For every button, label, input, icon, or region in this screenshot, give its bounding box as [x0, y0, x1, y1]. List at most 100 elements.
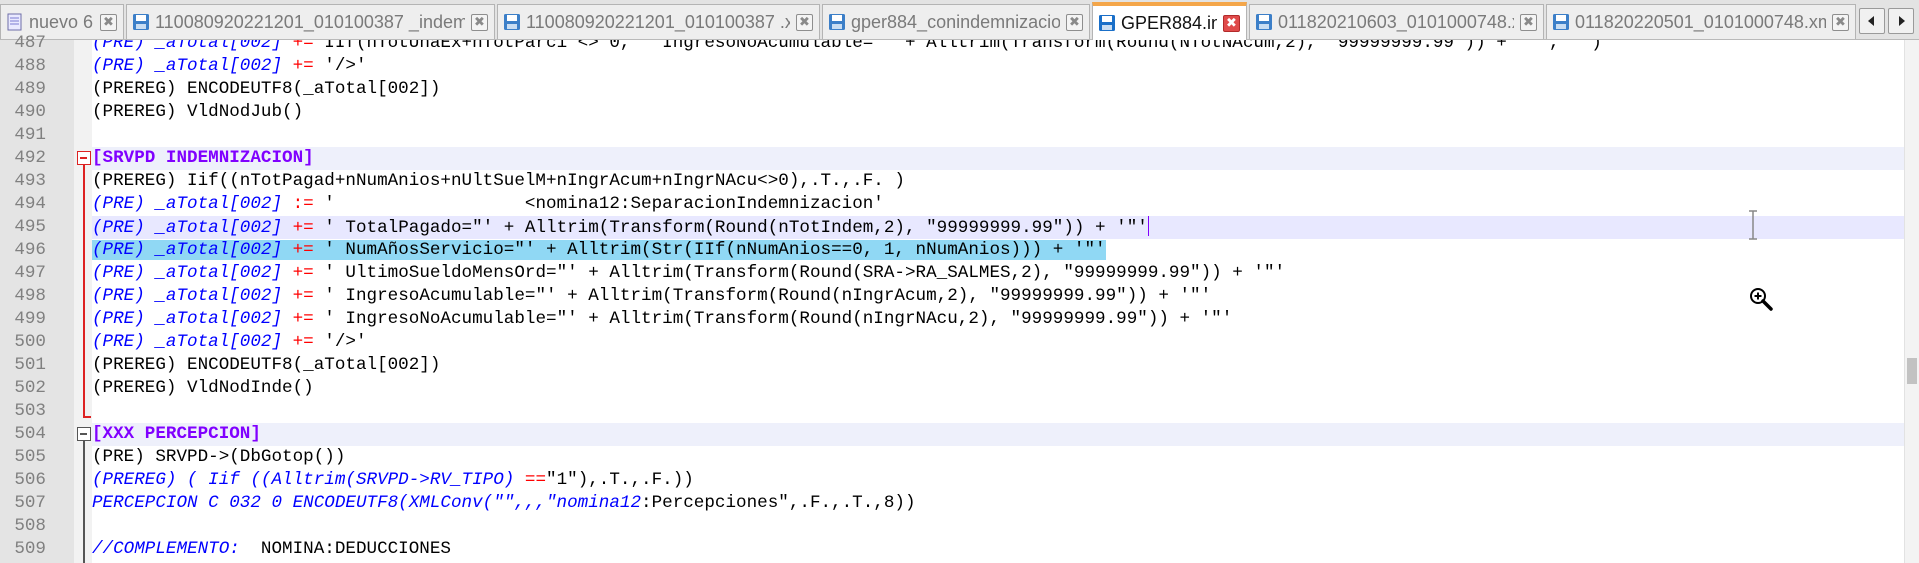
tab-4[interactable]: gper884_conindemnizacion.ini ✖ — [822, 4, 1090, 39]
code-line[interactable]: (PRE) _aTotal[002] += ' NumAñosServicio=… — [92, 239, 1904, 262]
line-number: 509 — [14, 539, 46, 559]
code-line[interactable]: (PRE) _aTotal[002] := ' <nomina12:Separa… — [92, 193, 1904, 216]
code-token: [XXX PERCEPCION] — [92, 424, 261, 444]
code-editor[interactable]: 487 488 489 490 491 492 493 494 495 496 497 498 499 5… — [0, 33, 1919, 563]
code-line[interactable]: (PREREG) VldNodInde() — [92, 377, 1904, 400]
tab-6[interactable]: 011820210603_0101000748.xml ✖ — [1249, 4, 1544, 39]
line-number: 501 — [14, 355, 46, 375]
line-number: 489 — [14, 79, 46, 99]
floppy-disk-icon — [1099, 15, 1115, 31]
close-tab-icon[interactable]: ✖ — [796, 13, 813, 31]
line-number: 502 — [14, 378, 46, 398]
code-line[interactable]: (PRE) _aTotal[002] += '/>' — [92, 331, 1904, 354]
code-line[interactable]: [XXX PERCEPCION] — [92, 423, 1904, 446]
code-line[interactable]: (PRE) _aTotal[002] += IIf(nTotUnaEx+nTot… — [92, 40, 1904, 55]
code-token: += — [292, 240, 314, 260]
tab-label: GPER884.ini — [1121, 12, 1217, 33]
scroll-tabs-right-button[interactable] — [1888, 8, 1914, 34]
code-token: (PREREG) ENCODEUTF8(_aTotal[002]) — [92, 79, 441, 99]
line-number: 493 — [14, 171, 46, 191]
fold-guide-line — [83, 441, 85, 563]
code-line[interactable]: [SRVPD INDEMNIZACION] — [92, 147, 1904, 170]
tab-label: gper884_conindemnizacion.ini — [851, 11, 1060, 32]
close-tab-icon[interactable]: ✖ — [1066, 13, 1083, 31]
tab-2[interactable]: 110080920221201_010100387 _indem.xml ✖ — [126, 4, 495, 39]
tab-label: 011820220501_0101000748.xml — [1575, 11, 1826, 32]
code-token: "1"),.T.,.F.)) — [546, 470, 694, 490]
code-line[interactable] — [92, 400, 1904, 423]
fold-toggle-icon[interactable] — [77, 151, 91, 165]
code-line[interactable]: (PREREG) VldNodJub() — [92, 101, 1904, 124]
code-token: ' NumAñosServicio="' + Alltrim(Str(IIf(n… — [313, 240, 1106, 260]
code-token: '/>' — [313, 56, 367, 76]
code-area[interactable]: (PRE) _aTotal[002] += IIf(nTotUnaEx+nTot… — [92, 40, 1904, 563]
code-token: (PRE) _aTotal[002] — [92, 263, 293, 283]
fold-guide-line — [83, 165, 85, 416]
zoom-in-cursor-icon — [1750, 288, 1773, 311]
code-line[interactable]: (PRE) SRVPD->(DbGotop()) — [92, 446, 1904, 469]
code-token: (PRE) SRVPD->(DbGotop()) — [92, 447, 346, 467]
tab-bar: nuevo 6✖110080920221201_010100387 _indem… — [0, 0, 1919, 40]
code-token: += — [292, 263, 314, 283]
code-token: ' <nomina12:SeparacionIndemnizacion' — [313, 194, 884, 214]
document-icon — [7, 13, 22, 31]
code-token: (PREREG) VldNodJub() — [92, 102, 304, 122]
tab-7[interactable]: 011820220501_0101000748.xml ✖ — [1546, 4, 1856, 39]
line-number: 505 — [14, 447, 46, 467]
code-token: (PRE) _aTotal[002] — [92, 332, 293, 352]
close-tab-icon[interactable]: ✖ — [1520, 13, 1537, 31]
line-number: 499 — [14, 309, 46, 329]
code-token: (PRE) _aTotal[002] — [92, 194, 293, 214]
line-number: 508 — [14, 516, 46, 536]
code-token: += — [292, 56, 314, 76]
code-token: PERCEPCION C 032 0 ENCODEUTF8(XMLConv(""… — [92, 493, 642, 513]
code-line[interactable]: (PREREG) ( Iif ((Alltrim(SRVPD->RV_TIPO)… — [92, 469, 1904, 492]
close-tab-icon[interactable]: ✖ — [1223, 14, 1240, 32]
code-line[interactable]: (PRE) _aTotal[002] += ' IngresoAcumulabl… — [92, 285, 1904, 308]
tab-5[interactable]: GPER884.ini ✖ — [1092, 2, 1247, 40]
scrollbar-thumb[interactable] — [1907, 358, 1917, 384]
chevron-left-icon — [1868, 16, 1874, 26]
code-token: (PREREG) ENCODEUTF8(_aTotal[002]) — [92, 355, 441, 375]
line-number: 491 — [14, 125, 46, 145]
tab-label: nuevo 6 — [29, 11, 94, 32]
code-token: (PREREG) ( Iif ((Alltrim(SRVPD->RV_TIPO) — [92, 470, 525, 490]
scroll-tabs-left-button[interactable] — [1859, 8, 1885, 34]
code-line[interactable]: (PRE) _aTotal[002] += ' IngresoNoAcumula… — [92, 308, 1904, 331]
floppy-disk-icon — [829, 14, 845, 30]
code-line[interactable]: (PRE) _aTotal[002] += ' UltimoSueldoMens… — [92, 262, 1904, 285]
code-line[interactable]: (PRE) _aTotal[002] += '/>' — [92, 55, 1904, 78]
code-line[interactable]: (PREREG) ENCODEUTF8(_aTotal[002]) — [92, 354, 1904, 377]
vertical-scrollbar[interactable] — [1904, 40, 1919, 563]
code-token: += — [292, 332, 314, 352]
code-token: += — [292, 218, 314, 238]
code-line[interactable]: (PREREG) ENCODEUTF8(_aTotal[002]) — [92, 78, 1904, 101]
code-token: (PRE) _aTotal[002] — [92, 218, 293, 238]
line-number: 504 — [14, 424, 46, 444]
code-token: (PRE) _aTotal[002] — [92, 309, 293, 329]
line-number: 507 — [14, 493, 46, 513]
code-token: ' IngresoAcumulable="' + Alltrim(Transfo… — [313, 286, 1212, 306]
code-token: (PRE) _aTotal[002] — [92, 286, 293, 306]
code-line[interactable]: (PREREG) Iif((nTotPagad+nNumAnios+nUltSu… — [92, 170, 1904, 193]
line-number: 488 — [14, 56, 46, 76]
code-line[interactable]: (PRE) _aTotal[002] += ' TotalPagado="' +… — [92, 216, 1904, 239]
chevron-right-icon — [1899, 16, 1905, 26]
code-line[interactable] — [92, 515, 1904, 538]
line-number: 496 — [14, 240, 46, 260]
code-token: :Percepciones",.F.,.T.,8)) — [641, 493, 916, 513]
close-tab-icon[interactable]: ✖ — [471, 13, 488, 31]
code-line[interactable]: //COMPLEMENTO: NOMINA:DEDUCCIONES — [92, 538, 1904, 561]
code-token: //COMPLEMENTO: — [92, 539, 251, 559]
fold-toggle-icon[interactable] — [77, 427, 91, 441]
close-tab-icon[interactable]: ✖ — [100, 13, 117, 31]
line-number: 492 — [14, 148, 46, 168]
line-number: 506 — [14, 470, 46, 490]
line-number: 490 — [14, 102, 46, 122]
floppy-disk-icon — [1553, 14, 1569, 30]
code-line[interactable]: PERCEPCION C 032 0 ENCODEUTF8(XMLConv(""… — [92, 492, 1904, 515]
tab-3[interactable]: 110080920221201_010100387 .xml ✖ — [497, 4, 820, 39]
close-tab-icon[interactable]: ✖ — [1832, 13, 1849, 31]
code-line[interactable] — [92, 124, 1904, 147]
code-token: += — [292, 309, 314, 329]
